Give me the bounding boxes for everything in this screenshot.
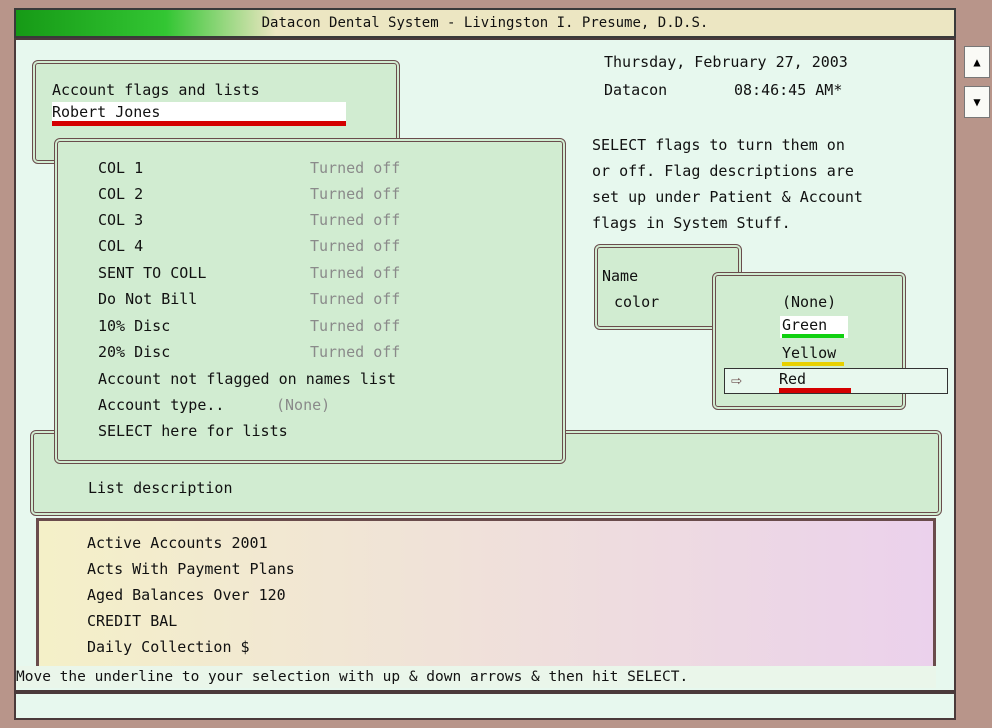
instruction-message: Move the underline to your selection wit…: [16, 666, 936, 688]
pointer-arrow-icon: ⇨: [731, 370, 742, 391]
flag-name[interactable]: COL 1: [98, 158, 143, 178]
window-title-bar: Datacon Dental System - Livingston I. Pr…: [14, 8, 956, 38]
flag-status: Turned off: [310, 317, 401, 335]
flag-status: Turned off: [310, 159, 401, 177]
help-line-1: SELECT flags to turn them on: [592, 136, 845, 154]
flag-status: Turned off: [310, 290, 401, 308]
flag-status: Turned off: [310, 211, 401, 229]
patient-field[interactable]: Robert Jones: [52, 102, 346, 126]
color-label: color: [614, 293, 660, 311]
flag-name[interactable]: 20% Disc: [98, 342, 170, 362]
help-line-4: flags in System Stuff.: [592, 214, 791, 232]
scroll-down-button[interactable]: ▼: [964, 86, 990, 118]
red-label: Red: [779, 371, 851, 393]
flag-status: Turned off: [310, 237, 401, 255]
color-option-none[interactable]: (None): [782, 292, 836, 312]
flag-name[interactable]: 10% Disc: [98, 316, 170, 336]
patient-name: Robert Jones: [52, 103, 346, 126]
list-description-label: List description: [88, 479, 233, 497]
select-lists-option[interactable]: SELECT here for lists: [98, 421, 288, 441]
status-bar: [14, 692, 956, 720]
current-user: Datacon: [604, 81, 668, 99]
lists-panel: Active Accounts 2001 Acts With Payment P…: [36, 518, 936, 688]
flags-box: COL 1 Turned off COL 2 Turned off COL 3 …: [54, 138, 566, 464]
flag-status: Turned off: [310, 185, 401, 203]
flag-status: Turned off: [310, 343, 401, 361]
name-label: Name: [602, 267, 639, 285]
flag-name[interactable]: Do Not Bill: [98, 289, 197, 309]
flag-name[interactable]: COL 2: [98, 184, 143, 204]
flag-name[interactable]: COL 3: [98, 210, 143, 230]
window-title: Datacon Dental System - Livingston I. Pr…: [261, 15, 709, 31]
up-arrow-icon: ▲: [973, 55, 981, 69]
scrollbar[interactable]: [962, 44, 992, 692]
flag-name[interactable]: COL 4: [98, 236, 143, 256]
color-option-green[interactable]: Green: [780, 316, 848, 338]
account-not-flagged-option[interactable]: Account not flagged on names list: [98, 369, 396, 389]
down-arrow-icon: ▼: [973, 95, 981, 109]
list-item[interactable]: CREDIT BAL: [87, 611, 177, 631]
color-option-red[interactable]: ⇨ Red: [724, 368, 948, 394]
list-item[interactable]: Daily Collection $: [87, 637, 250, 657]
current-time: 08:46:45 AM*: [734, 81, 843, 99]
green-label: Green: [782, 317, 844, 338]
flag-name[interactable]: SENT TO COLL: [98, 263, 206, 283]
account-type-option[interactable]: Account type..: [98, 395, 224, 415]
color-option-yellow[interactable]: Yellow: [780, 344, 848, 366]
current-date: Thursday, February 27, 2003: [604, 53, 848, 71]
list-item[interactable]: Aged Balances Over 120: [87, 585, 286, 605]
help-line-2: or off. Flag descriptions are: [592, 162, 854, 180]
help-line-3: set up under Patient & Account: [592, 188, 863, 206]
list-item[interactable]: Acts With Payment Plans: [87, 559, 295, 579]
list-item[interactable]: Active Accounts 2001: [87, 533, 268, 553]
account-type-value: (None): [276, 396, 331, 414]
yellow-label: Yellow: [782, 345, 844, 366]
scroll-up-button[interactable]: ▲: [964, 46, 990, 78]
header-title: Account flags and lists: [52, 81, 260, 99]
flag-status: Turned off: [310, 264, 401, 282]
